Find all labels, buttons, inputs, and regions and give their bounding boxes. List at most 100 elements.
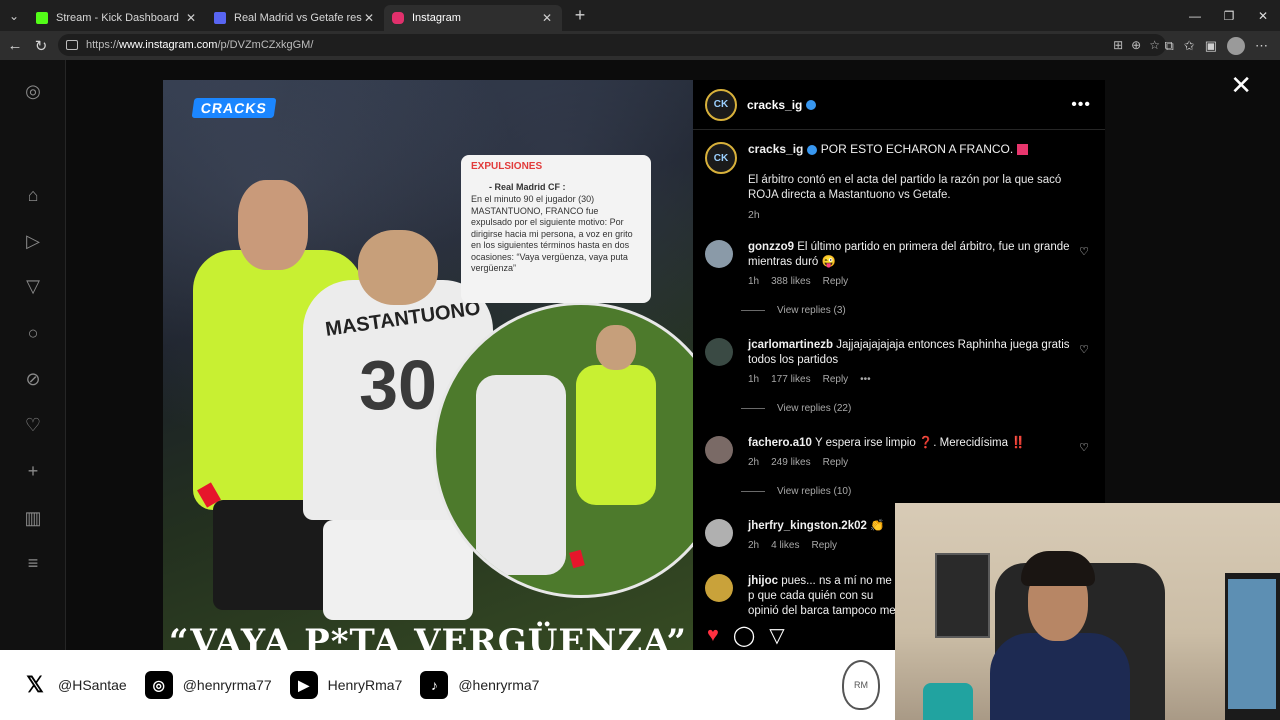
close-post-icon[interactable]: ✕ [1230, 72, 1252, 98]
kick-icon [36, 12, 48, 24]
caption-time: 2h [748, 209, 760, 221]
explore-icon[interactable]: ⊘ [22, 368, 44, 390]
tab-title: Stream - Kick Dashboard [56, 12, 179, 24]
favorite-star-icon[interactable]: ☆ [1149, 38, 1160, 52]
comment-username[interactable]: gonzzo9 [748, 241, 794, 253]
reply-link[interactable]: Reply [823, 276, 849, 287]
post-headline: “VAYA P*TA VERGÜENZA” [168, 622, 688, 650]
profile-avatar-icon[interactable] [1227, 36, 1245, 55]
url-host: www.instagram.com [119, 39, 218, 51]
tab-real-madrid-getafe[interactable]: Real Madrid vs Getafe resultados d ✕ [206, 5, 384, 31]
like-comment-icon[interactable]: ♡ [1079, 343, 1089, 356]
comment-username[interactable]: jherfry_kingston.2k02 [748, 520, 867, 532]
share-icon[interactable]: ▽ [769, 623, 784, 648]
streamer-hair [1021, 551, 1095, 586]
dashboard-icon[interactable]: ▥ [22, 507, 44, 529]
tab-instagram[interactable]: Instagram ✕ [384, 5, 562, 31]
comment-icon[interactable]: ◯ [733, 623, 755, 648]
red-square-emoji [1017, 144, 1029, 156]
commenter-avatar[interactable] [705, 436, 733, 464]
search-icon[interactable]: ○ [22, 322, 44, 344]
commenter-avatar[interactable] [705, 240, 733, 268]
social-x: 𝕏 @HSantae [22, 672, 127, 698]
commenter-avatar[interactable] [705, 574, 733, 602]
wall-poster [935, 553, 990, 638]
x-icon: 𝕏 [26, 672, 44, 697]
reels-icon[interactable]: ▷ [22, 230, 44, 252]
inset-red-card [569, 549, 585, 569]
site-info-icon[interactable] [66, 40, 78, 50]
replies-line [741, 491, 765, 492]
replies-line [741, 408, 765, 409]
view-replies-button[interactable]: View replies (22) [741, 403, 1097, 414]
comment-username[interactable]: jhijoc [748, 575, 778, 587]
view-replies-button[interactable]: View replies (3) [741, 305, 1097, 316]
social-handle: HenryRma7 [327, 677, 403, 693]
social-instagram: ◎ @henryrma77 [144, 671, 272, 699]
close-tab-icon[interactable]: ✕ [362, 11, 376, 25]
like-comment-icon[interactable]: ♡ [1079, 441, 1089, 454]
comment-username[interactable]: jcarlomartinezb [748, 339, 833, 351]
player-head [358, 230, 438, 305]
browser-tab-bar: ⌄ Stream - Kick Dashboard ✕ Real Madrid … [0, 0, 1280, 31]
tab-kick-dashboard[interactable]: Stream - Kick Dashboard ✕ [28, 5, 206, 31]
webcam-overlay [895, 503, 1280, 720]
extensions-icon[interactable]: ⧉ [1165, 38, 1174, 54]
caption-username[interactable]: cracks_ig [748, 142, 803, 156]
instagram-icon: ◎ [144, 671, 173, 699]
back-icon[interactable]: ← [2, 37, 28, 54]
favorites-icon[interactable]: ✩ [1184, 38, 1195, 54]
comment-likes[interactable]: 388 likes [771, 276, 810, 287]
reload-icon[interactable]: ↻ [28, 37, 54, 55]
app-available-icon[interactable]: ⊞ [1113, 38, 1123, 52]
instagram-logo-icon[interactable]: ◎ [22, 80, 44, 102]
caption: CK cracks_ig POR ESTO ECHARON A FRANCO. … [705, 142, 1085, 221]
tiktok-icon: ♪ [420, 671, 449, 699]
notifications-heart-icon[interactable]: ♡ [22, 414, 44, 436]
comment-text: fachero.a10 Y espera irse limpio ❓. Mere… [748, 436, 1073, 451]
comment-options-icon[interactable]: ••• [860, 374, 871, 385]
restore-icon[interactable]: ❐ [1212, 0, 1246, 31]
like-heart-icon[interactable]: ♥ [707, 624, 719, 647]
new-tab-button[interactable]: + [568, 5, 592, 26]
caption-avatar[interactable]: CK [705, 142, 737, 174]
more-options-icon[interactable]: ••• [1071, 96, 1091, 114]
close-window-icon[interactable]: ✕ [1246, 0, 1280, 31]
comment-likes[interactable]: 4 likes [771, 540, 799, 551]
post-image[interactable]: CRACKS MASTANTUONO 30 EXPULSIONES - Real… [163, 80, 693, 650]
more-menu-icon[interactable]: ≡ [22, 552, 44, 574]
player-shorts [323, 520, 473, 620]
address-bar-icons: ⊞ ⊕ ☆ [1113, 38, 1160, 52]
collections-icon[interactable]: ▣ [1205, 38, 1217, 54]
create-icon[interactable]: + [22, 460, 44, 482]
like-comment-icon[interactable]: ♡ [1079, 245, 1089, 258]
address-bar[interactable]: https:// www.instagram.com /p/DVZmCZxkgG… [58, 34, 1166, 56]
comment-username[interactable]: fachero.a10 [748, 437, 812, 449]
reply-link[interactable]: Reply [823, 374, 849, 385]
reply-link[interactable]: Reply [811, 540, 837, 551]
settings-more-icon[interactable]: ⋯ [1255, 38, 1268, 54]
post-header: CK cracks_ig ••• [693, 80, 1105, 130]
view-replies-button[interactable]: View replies (10) [741, 486, 1097, 497]
account-username[interactable]: cracks_ig [747, 98, 817, 112]
commenter-avatar[interactable] [705, 338, 733, 366]
tab-list-menu-button[interactable]: ⌄ [0, 0, 28, 31]
comment-likes[interactable]: 249 likes [771, 457, 810, 468]
close-tab-icon[interactable]: ✕ [184, 11, 198, 25]
verified-badge-icon [807, 144, 818, 155]
comment-time: 2h [748, 457, 760, 468]
comment-likes[interactable]: 177 likes [771, 374, 810, 385]
commenter-avatar[interactable] [705, 519, 733, 547]
zoom-icon[interactable]: ⊕ [1131, 38, 1141, 52]
reply-link[interactable]: Reply [823, 457, 849, 468]
minimize-icon[interactable]: — [1178, 0, 1212, 31]
account-avatar[interactable]: CK [705, 88, 737, 121]
caption-title-line: cracks_ig POR ESTO ECHARON A FRANCO. [748, 142, 1085, 157]
home-icon[interactable]: ⌂ [22, 184, 44, 206]
tab-title: Real Madrid vs Getafe resultados d [234, 12, 362, 24]
direct-messages-icon[interactable]: ▽ [22, 275, 44, 297]
report-card: EXPULSIONES - Real Madrid CF : En el min… [461, 155, 651, 303]
report-subtitle: - Real Madrid CF : [489, 182, 566, 192]
comment-text: jhijoc pues... ns a mí no me p que cada … [748, 574, 898, 618]
close-tab-icon[interactable]: ✕ [540, 11, 554, 25]
